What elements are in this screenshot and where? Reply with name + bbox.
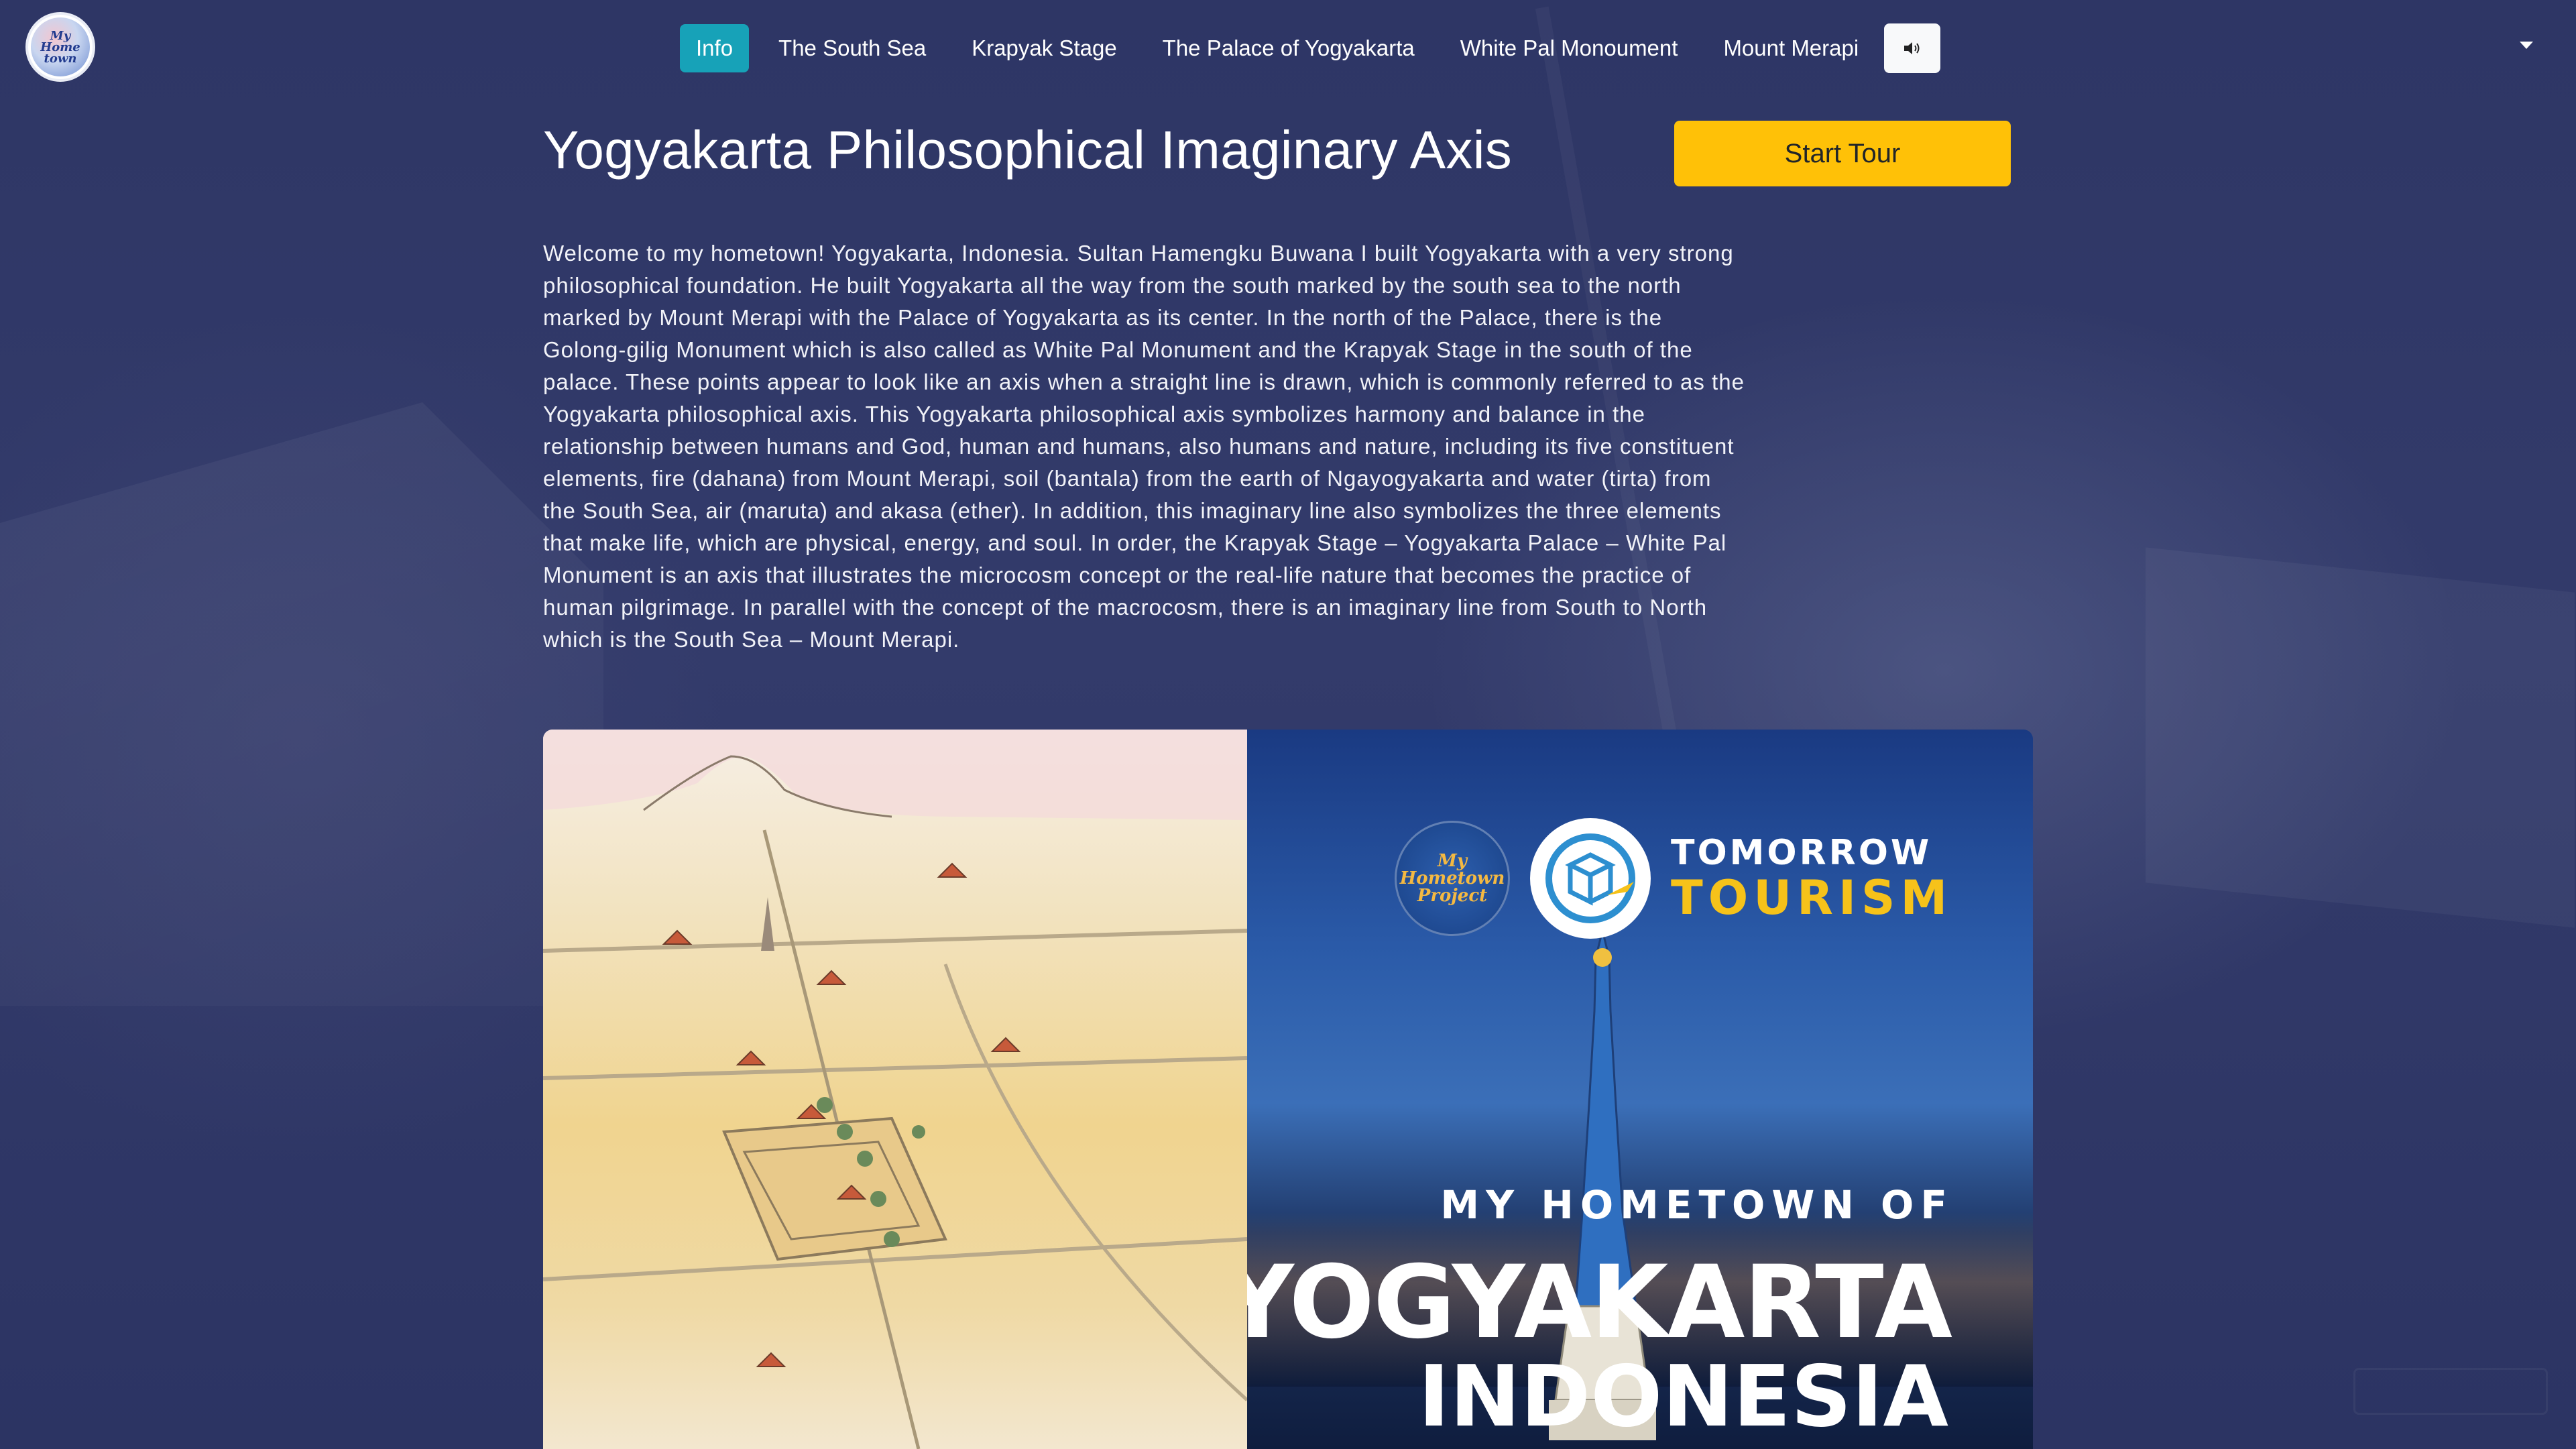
nav-item-south-sea[interactable]: The South Sea	[756, 24, 949, 72]
tomorrow-tourism-wordmark: TOMORROW TOURISM	[1671, 835, 1952, 921]
intro-description: Welcome to my hometown! Yogyakarta, Indo…	[543, 241, 1745, 652]
caret-down-icon[interactable]	[2520, 42, 2533, 49]
promo-country: INDONESIA	[1418, 1347, 1948, 1446]
brand-bottom-text: TOURISM	[1671, 870, 1953, 925]
hometown-logo-icon: My Home town	[31, 17, 90, 76]
hero-banner-image: My Hometown Project TOMORROW TOURISM MY HO…	[543, 730, 2033, 1449]
sound-toggle-button[interactable]	[1884, 23, 1941, 73]
promo-poster: My Hometown Project TOMORROW TOURISM MY HO…	[1247, 730, 2033, 1449]
promo-logos: My Hometown Project TOMORROW TOURISM	[1395, 818, 1952, 939]
background-signboard	[2146, 547, 2575, 928]
promo-subtitle: MY HOMETOWN OF	[1440, 1182, 1954, 1228]
axis-map-illustration	[543, 730, 1247, 1449]
nav-item-mount-merapi[interactable]: Mount Merapi	[1700, 24, 1881, 72]
nav-item-white-pal-monument[interactable]: White Pal Monoument	[1438, 24, 1701, 72]
speaker-icon	[1904, 42, 1920, 54]
top-nav: Info The South Sea Krapyak Stage The Pal…	[680, 23, 1941, 73]
tomorrow-tourism-logo-icon	[1530, 818, 1651, 939]
page-title: Yogyakarta Philosophical Imaginary Axis	[543, 120, 1513, 180]
promo-city: YOGYAKARTA	[1247, 1244, 1952, 1361]
nav-item-info[interactable]: Info	[680, 24, 750, 72]
my-hometown-badge-icon: My Hometown Project	[1395, 821, 1510, 936]
background-watermark	[2353, 1368, 2548, 1415]
start-tour-button[interactable]: Start Tour	[1674, 121, 2011, 186]
nav-item-palace[interactable]: The Palace of Yogyakarta	[1140, 24, 1438, 72]
nav-item-krapyak-stage[interactable]: Krapyak Stage	[949, 24, 1139, 72]
site-logo[interactable]: My Home town	[25, 12, 95, 82]
background-roof	[0, 402, 603, 1006]
brand-top-text: TOMORROW	[1671, 833, 1932, 873]
illustrated-map	[543, 730, 1247, 1449]
